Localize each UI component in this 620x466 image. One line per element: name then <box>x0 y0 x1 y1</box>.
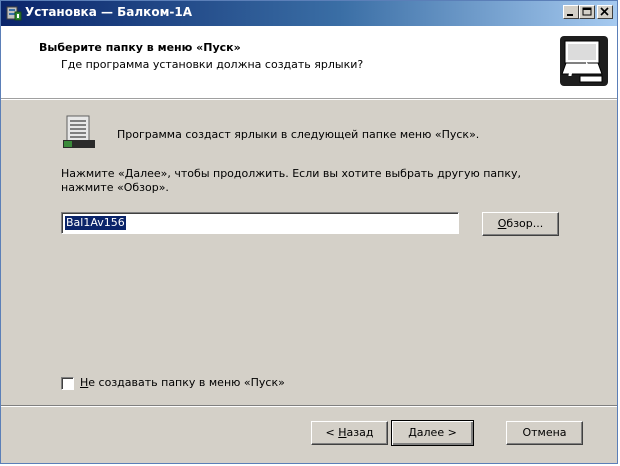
minimize-button[interactable] <box>563 5 579 19</box>
back-prefix: < <box>325 426 339 439</box>
next-accel: Д <box>408 426 417 439</box>
checkbox-label-text: е создавать папку в меню «Пуск» <box>88 376 285 389</box>
back-label: азад <box>346 426 374 439</box>
cancel-button[interactable]: Отмена <box>506 421 583 445</box>
back-button[interactable]: < Назад <box>311 421 388 445</box>
close-button[interactable] <box>597 5 613 19</box>
start-menu-folder-icon <box>61 114 97 150</box>
installer-icon <box>6 5 22 21</box>
start-menu-folder-field[interactable]: Bal1Av156 <box>61 212 459 234</box>
browse-label: бзор... <box>506 217 544 230</box>
next-label: алее > <box>416 426 457 439</box>
computer-install-icon <box>556 32 612 90</box>
footer-divider-highlight <box>1 406 617 407</box>
browse-button[interactable]: Обзор... <box>482 212 559 236</box>
back-accel: Н <box>338 426 347 439</box>
minimize-icon <box>567 14 573 16</box>
maximize-button[interactable] <box>579 5 595 19</box>
title-bar[interactable]: Установка — Балком-1А <box>1 1 617 26</box>
page-title: Выберите папку в меню «Пуск» <box>39 41 241 54</box>
header-divider <box>1 99 617 100</box>
close-icon <box>600 7 609 16</box>
folder-input-value: Bal1Av156 <box>65 216 126 230</box>
wizard-header: Выберите папку в меню «Пуск» Где програм… <box>1 26 617 99</box>
installer-window: Установка — Балком-1А Выберите папку в м… <box>0 0 618 464</box>
info-text: Программа создаст ярлыки в следующей пап… <box>117 128 480 141</box>
instruction-text: Нажмите «Далее», чтобы продолжить. Если … <box>61 167 521 194</box>
page-subtitle: Где программа установки должна создать я… <box>61 58 364 71</box>
next-button[interactable]: Далее > <box>391 420 474 446</box>
no-start-menu-folder-label[interactable]: Не создавать папку в меню «Пуск» <box>80 376 285 389</box>
window-title: Установка — Балком-1А <box>25 5 192 19</box>
no-start-menu-folder-checkbox[interactable] <box>61 377 74 390</box>
